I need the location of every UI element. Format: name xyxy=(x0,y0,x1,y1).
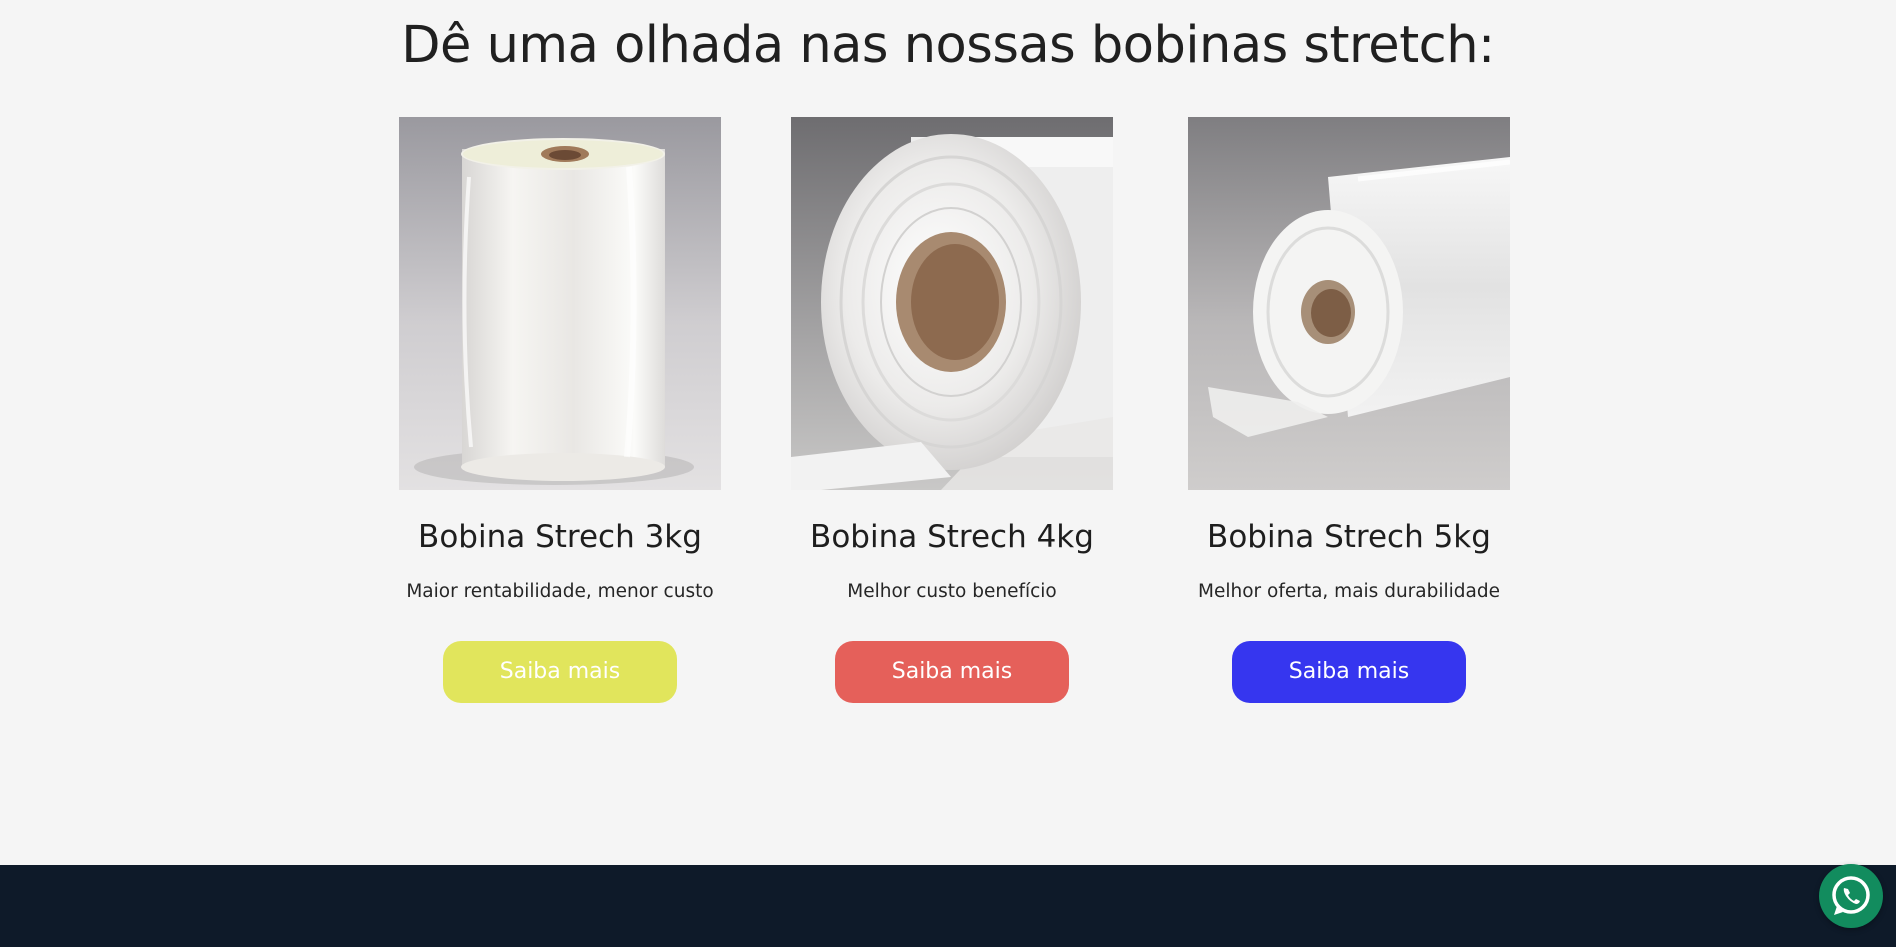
saiba-mais-button-5kg[interactable]: Saiba mais xyxy=(1232,641,1466,703)
product-image-4kg xyxy=(791,117,1113,490)
product-card-5kg: Bobina Strech 5kg Melhor oferta, mais du… xyxy=(1188,117,1510,703)
product-title: Bobina Strech 5kg xyxy=(1207,519,1491,555)
product-image-5kg xyxy=(1188,117,1510,490)
product-image-3kg xyxy=(399,117,721,490)
whatsapp-button[interactable] xyxy=(1819,864,1883,928)
saiba-mais-button-4kg[interactable]: Saiba mais xyxy=(835,641,1069,703)
whatsapp-icon xyxy=(1832,876,1870,915)
product-card-4kg: Bobina Strech 4kg Melhor custo benefício… xyxy=(791,117,1113,703)
product-description: Melhor oferta, mais durabilidade xyxy=(1198,581,1500,602)
product-description: Melhor custo benefício xyxy=(847,581,1057,602)
footer xyxy=(0,865,1896,947)
saiba-mais-button-3kg[interactable]: Saiba mais xyxy=(443,641,677,703)
product-title: Bobina Strech 3kg xyxy=(418,519,702,555)
product-title: Bobina Strech 4kg xyxy=(810,519,1094,555)
section-heading: Dê uma olhada nas nossas bobinas stretch… xyxy=(401,16,1495,75)
product-description: Maior rentabilidade, menor custo xyxy=(406,581,714,602)
product-card-3kg: Bobina Strech 3kg Maior rentabilidade, m… xyxy=(399,117,721,703)
